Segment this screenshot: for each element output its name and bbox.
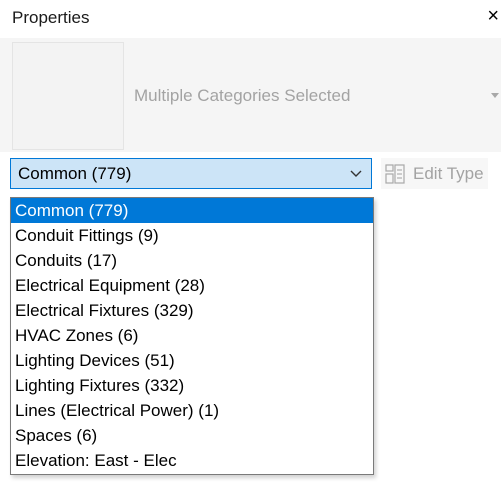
dropdown-option[interactable]: Spaces (6) (11, 423, 373, 448)
type-selector-label: Multiple Categories Selected (134, 86, 351, 105)
category-filter-value: Common (779) (18, 164, 132, 183)
dropdown-option[interactable]: HVAC Zones (6) (11, 323, 373, 348)
dropdown-option[interactable]: Electrical Fixtures (329) (11, 298, 373, 323)
dropdown-option[interactable]: Lighting Fixtures (332) (11, 373, 373, 398)
dropdown-arrow-icon[interactable] (491, 93, 499, 98)
type-preview-thumbnail (12, 42, 124, 150)
type-selector[interactable]: Multiple Categories Selected (0, 38, 501, 152)
dropdown-option[interactable]: Conduit Fittings (9) (11, 223, 373, 248)
instance-filter-row: Common (779) Edit Type (0, 152, 501, 194)
properties-palette: Properties × Multiple Categories Selecte… (0, 0, 501, 487)
category-dropdown-list[interactable]: Common (779) Conduit Fittings (9) Conduits… (10, 197, 374, 475)
dropdown-option[interactable]: Conduits (17) (11, 248, 373, 273)
edit-type-button[interactable]: Edit Type (381, 158, 488, 189)
edit-type-label: Edit Type (413, 163, 484, 183)
dropdown-option[interactable]: Lines (Electrical Power) (1) (11, 398, 373, 423)
category-filter-dropdown[interactable]: Common (779) (10, 158, 372, 189)
dropdown-option[interactable]: Common (779) (11, 198, 373, 223)
dropdown-option[interactable]: Elevation: East - Elec (11, 448, 373, 473)
title-bar: Properties × (0, 0, 501, 38)
dropdown-option[interactable]: Lighting Devices (51) (11, 348, 373, 373)
panel-title: Properties (12, 8, 90, 27)
dropdown-option[interactable]: Electrical Equipment (28) (11, 273, 373, 298)
close-icon[interactable]: × (487, 6, 499, 26)
edit-type-icon (385, 163, 405, 184)
chevron-down-icon[interactable] (349, 166, 363, 180)
